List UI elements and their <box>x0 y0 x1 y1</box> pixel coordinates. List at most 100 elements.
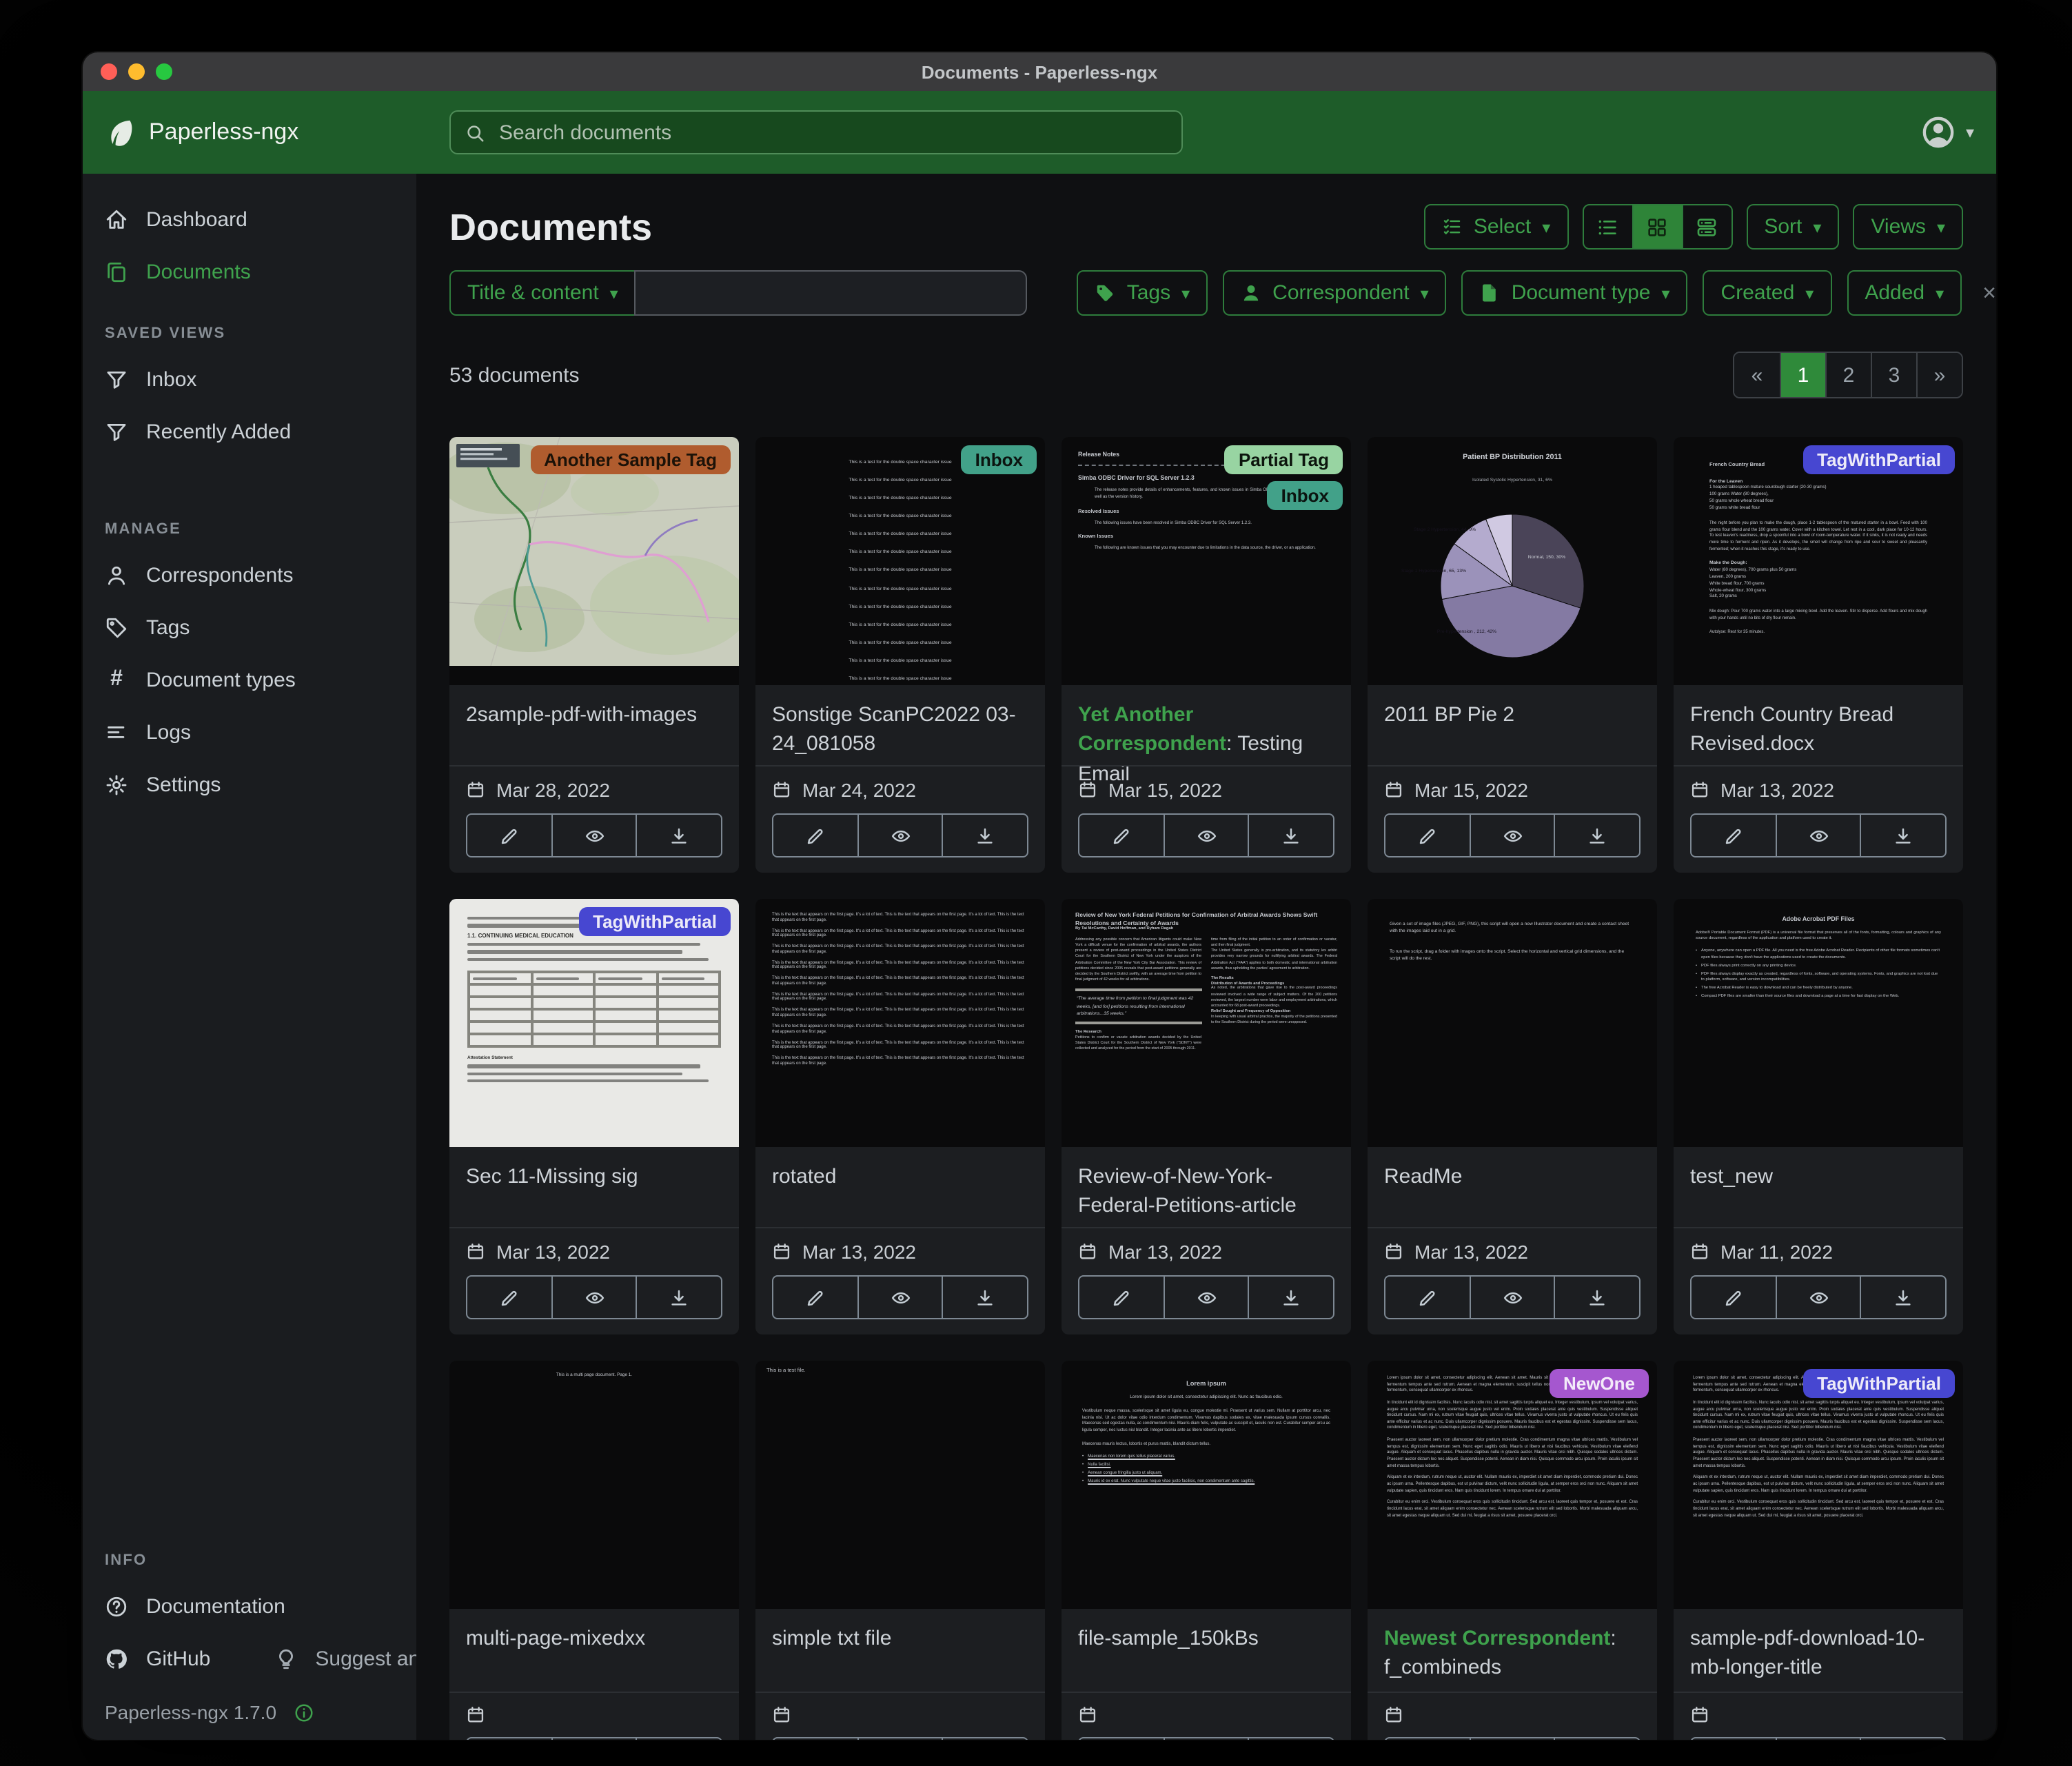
tag-badge[interactable]: Partial Tag <box>1225 445 1343 474</box>
preview-button[interactable] <box>1469 813 1555 857</box>
document-title[interactable]: Review-of-New-York-Federal-Petitions-art… <box>1078 1162 1334 1221</box>
preview-button[interactable] <box>551 1275 637 1319</box>
document-thumbnail[interactable]: French Country BreadFor the Leaven1 heap… <box>1674 437 1963 685</box>
document-title[interactable]: French Country Bread Revised.docx <box>1690 700 1947 759</box>
document-title[interactable]: 2sample-pdf-with-images <box>466 700 722 730</box>
preview-button[interactable] <box>1469 1737 1555 1740</box>
pagination-page-»[interactable]: » <box>1916 353 1962 397</box>
document-thumbnail[interactable]: Given a set of image files (JPEG, GIF, P… <box>1368 899 1657 1147</box>
correspondent-link[interactable]: Yet Another Correspondent <box>1078 703 1226 756</box>
document-title[interactable]: multi-page-mixedxx <box>466 1624 722 1654</box>
document-thumbnail[interactable]: This is a multi page document. Page 1. <box>449 1361 739 1609</box>
list-view-button[interactable] <box>1583 205 1632 248</box>
document-thumbnail[interactable]: Release NotesSimba ODBC Driver for SQL S… <box>1062 437 1351 685</box>
preview-button[interactable] <box>1775 1275 1861 1319</box>
tag-badge[interactable]: NewOne <box>1550 1369 1649 1398</box>
maximize-window-button[interactable] <box>156 63 172 80</box>
document-title[interactable]: Newest Correspondent: f_combineds <box>1384 1624 1641 1683</box>
document-title[interactable]: 2011 BP Pie 2 <box>1384 700 1641 730</box>
edit-button[interactable] <box>772 1275 858 1319</box>
filter-correspondent-button[interactable]: Correspondent▾ <box>1223 270 1447 316</box>
minimize-window-button[interactable] <box>128 63 145 80</box>
tag-badge[interactable]: TagWithPartial <box>1803 445 1955 474</box>
download-button[interactable] <box>1554 813 1641 857</box>
sidebar-item-recently-added[interactable]: Recently Added <box>83 405 416 458</box>
filter-text-input[interactable] <box>635 270 1028 316</box>
document-title[interactable]: Sonstige ScanPC2022 03-24_081058 <box>772 700 1028 759</box>
download-button[interactable] <box>942 1737 1028 1740</box>
edit-button[interactable] <box>1078 813 1164 857</box>
download-button[interactable] <box>636 813 722 857</box>
edit-button[interactable] <box>466 813 552 857</box>
edit-button[interactable] <box>1384 1275 1470 1319</box>
document-title[interactable]: test_new <box>1690 1162 1947 1192</box>
sidebar-item-documents[interactable]: Documents <box>83 245 416 298</box>
app-logo[interactable]: Paperless-ngx <box>83 117 298 148</box>
download-button[interactable] <box>1248 1275 1334 1319</box>
grid-view-button[interactable] <box>1632 205 1681 248</box>
detail-view-button[interactable] <box>1681 205 1731 248</box>
download-button[interactable] <box>1860 813 1947 857</box>
download-button[interactable] <box>1860 1737 1947 1740</box>
download-button[interactable] <box>636 1737 722 1740</box>
download-button[interactable] <box>942 1275 1028 1319</box>
document-thumbnail[interactable]: Lorem ipsum dolor sit amet, consectetur … <box>1674 1361 1963 1609</box>
tag-badge[interactable]: TagWithPartial <box>579 907 731 936</box>
edit-button[interactable] <box>772 813 858 857</box>
download-button[interactable] <box>942 813 1028 857</box>
tag-badge[interactable]: Another Sample Tag <box>530 445 731 474</box>
document-thumbnail[interactable]: Lorem ipsum dolor sit amet, consectetur … <box>1368 1361 1657 1609</box>
tag-badge[interactable]: Inbox <box>1268 481 1343 510</box>
sidebar-item-logs[interactable]: Logs <box>83 706 416 758</box>
document-thumbnail[interactable]: Review of New York Federal Petitions for… <box>1062 899 1351 1147</box>
download-button[interactable] <box>1554 1737 1641 1740</box>
edit-button[interactable] <box>772 1737 858 1740</box>
download-button[interactable] <box>1248 1737 1334 1740</box>
document-thumbnail[interactable]: Patient BP Distribution 2011Normal, 150,… <box>1368 437 1657 685</box>
preview-button[interactable] <box>551 813 637 857</box>
document-title[interactable]: rotated <box>772 1162 1028 1192</box>
tag-badge[interactable]: Inbox <box>962 445 1037 474</box>
select-button[interactable]: Select ▾ <box>1424 204 1568 250</box>
tag-badge[interactable]: TagWithPartial <box>1803 1369 1955 1398</box>
preview-button[interactable] <box>1775 1737 1861 1740</box>
search-bar[interactable] <box>449 110 1183 154</box>
preview-button[interactable] <box>857 813 943 857</box>
edit-button[interactable] <box>1078 1737 1164 1740</box>
document-title[interactable]: ReadMe <box>1384 1162 1641 1192</box>
filter-document-type-button[interactable]: Document type▾ <box>1462 270 1688 316</box>
document-thumbnail[interactable]: This is the text that appears on the fir… <box>755 899 1045 1147</box>
preview-button[interactable] <box>1469 1275 1555 1319</box>
pagination-page-1[interactable]: 1 <box>1780 353 1825 397</box>
download-button[interactable] <box>1248 813 1334 857</box>
preview-button[interactable] <box>1163 1737 1249 1740</box>
pagination-page-3[interactable]: 3 <box>1871 353 1916 397</box>
sidebar-item-correspondents[interactable]: Correspondents <box>83 549 416 601</box>
edit-button[interactable] <box>1384 813 1470 857</box>
edit-button[interactable] <box>1690 1275 1776 1319</box>
edit-button[interactable] <box>1078 1275 1164 1319</box>
views-button[interactable]: Views ▾ <box>1853 204 1963 250</box>
user-menu[interactable]: ▾ <box>1920 91 1974 174</box>
pagination-page-«[interactable]: « <box>1734 353 1780 397</box>
document-thumbnail[interactable]: 1.1. CONTINUING MEDICAL EDUCATIONAttesta… <box>449 899 739 1147</box>
sidebar-item-tags[interactable]: Tags <box>83 601 416 653</box>
download-button[interactable] <box>1554 1275 1641 1319</box>
document-thumbnail[interactable]: Lorem ipsumLorem ipsum dolor sit amet, c… <box>1062 1361 1351 1609</box>
sidebar-item-dashboard[interactable]: Dashboard <box>83 193 416 245</box>
preview-button[interactable] <box>1163 813 1249 857</box>
reset-filters-button[interactable]: × Reset filters <box>1982 281 1996 305</box>
edit-button[interactable] <box>466 1275 552 1319</box>
correspondent-link[interactable]: Newest Correspondent <box>1384 1627 1610 1650</box>
sidebar-item-inbox[interactable]: Inbox <box>83 353 416 405</box>
edit-button[interactable] <box>466 1737 552 1740</box>
sidebar-item-github[interactable]: GitHub <box>83 1632 232 1685</box>
edit-button[interactable] <box>1690 1737 1776 1740</box>
preview-button[interactable] <box>857 1737 943 1740</box>
preview-button[interactable] <box>857 1275 943 1319</box>
filter-tags-button[interactable]: Tags▾ <box>1077 270 1208 316</box>
document-thumbnail[interactable]: This is a test file. <box>755 1361 1045 1609</box>
sidebar-item-settings[interactable]: Settings <box>83 758 416 811</box>
pagination-page-2[interactable]: 2 <box>1825 353 1871 397</box>
filter-added-button[interactable]: Added▾ <box>1847 270 1962 316</box>
